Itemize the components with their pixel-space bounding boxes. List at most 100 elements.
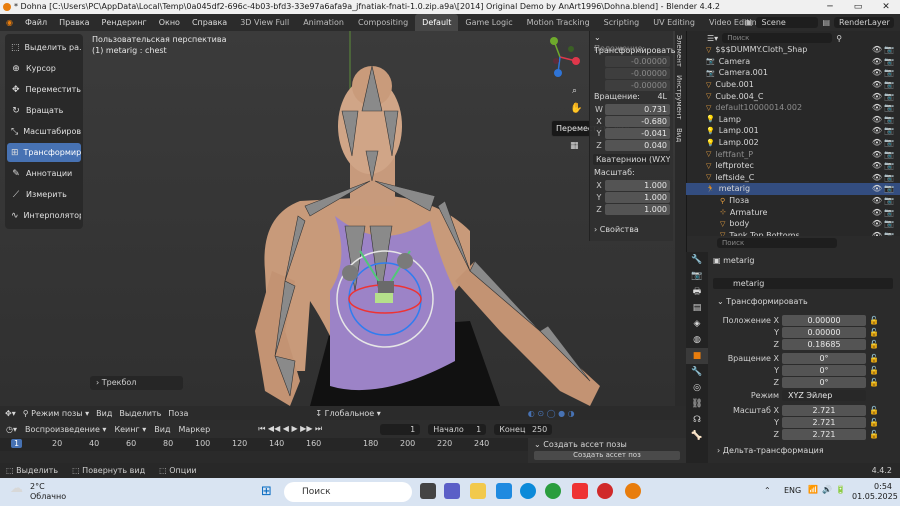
tool-cursor[interactable]: ⊕ Курсор xyxy=(7,59,81,78)
outliner-item[interactable]: ⊹ Armature 👁 📷 xyxy=(686,206,900,218)
tool-measure[interactable]: ⟋ Измерить xyxy=(7,185,81,204)
playhead[interactable]: 1 xyxy=(11,439,23,448)
scale-z-prop[interactable]: Z 2.721 🔓 xyxy=(712,429,892,440)
visibility-eye-icon[interactable]: 👁 xyxy=(872,57,882,66)
zoom-icon[interactable]: ⌕ xyxy=(572,86,577,96)
tab-scripting[interactable]: Scripting xyxy=(597,14,647,31)
gizmo-y-axis[interactable] xyxy=(550,37,558,45)
weather-widget[interactable]: 2°C Облачно xyxy=(30,482,66,502)
outliner-item[interactable]: ▽ Cube.004_C 👁 📷 xyxy=(686,90,900,102)
physics-tab-icon[interactable]: ◎ xyxy=(686,380,708,396)
tool-rotate[interactable]: ↻ Вращать xyxy=(7,101,81,120)
outliner-item[interactable]: 💡 Lamp.001 👁 📷 xyxy=(686,125,900,137)
outliner-item[interactable]: 💡 Lamp.002 👁 📷 xyxy=(686,137,900,149)
render-camera-icon[interactable]: 📷 xyxy=(884,45,894,54)
outliner-item[interactable]: ▽ Cube.001 👁 📷 xyxy=(686,79,900,91)
object-tab-icon[interactable]: ■ xyxy=(686,348,708,364)
browser-icon[interactable] xyxy=(545,483,561,499)
menu-marker[interactable]: Маркер xyxy=(178,425,210,434)
location-z-prop[interactable]: Z 0.18685 🔓 xyxy=(712,339,892,350)
render-camera-icon[interactable]: 📷 xyxy=(884,115,894,124)
tab-uv-editing[interactable]: UV Editing xyxy=(646,14,702,31)
menu-pose[interactable]: Поза xyxy=(168,409,188,418)
language-indicator[interactable]: ENG xyxy=(784,486,801,495)
outliner-item[interactable]: ▽ body 👁 📷 xyxy=(686,218,900,230)
menu-edit[interactable]: Правка xyxy=(53,18,95,27)
tab-game-logic[interactable]: Game Logic xyxy=(458,14,519,31)
visibility-eye-icon[interactable]: 👁 xyxy=(872,208,882,217)
outliner-funnel-icon[interactable]: ⚲ xyxy=(836,34,842,43)
blender-menu-icon[interactable]: ◉ xyxy=(0,18,19,27)
lock-icon[interactable]: 🔓 xyxy=(869,406,879,415)
menu-file[interactable]: Файл xyxy=(19,18,53,27)
render-camera-icon[interactable]: 📷 xyxy=(884,57,894,66)
menu-window[interactable]: Окно xyxy=(153,18,186,27)
visibility-eye-icon[interactable]: 👁 xyxy=(872,80,882,89)
maximize-button[interactable]: ▭ xyxy=(844,0,872,14)
create-pose-asset-header[interactable]: ⌄ Создать ассет позы xyxy=(528,438,686,451)
visibility-eye-icon[interactable]: 👁 xyxy=(872,161,882,170)
gizmo-x-axis[interactable] xyxy=(572,57,580,65)
visibility-eye-icon[interactable]: 👁 xyxy=(872,115,882,124)
render-camera-icon[interactable]: 📷 xyxy=(884,92,894,101)
outliner-item[interactable]: 📷 Camera.001 👁 📷 xyxy=(686,67,900,79)
lock-icon[interactable]: 🔓 xyxy=(869,328,879,337)
outliner-item[interactable]: ▽ $$$DUMMY.Cloth_Shap 👁 📷 xyxy=(686,44,900,56)
rotation-y-prop[interactable]: Y 0° 🔓 xyxy=(712,365,892,376)
end-frame-field[interactable]: Конец 250 xyxy=(494,423,553,435)
output-tab-icon[interactable]: 🖶 xyxy=(686,284,708,300)
teams-icon[interactable] xyxy=(444,483,460,499)
shading-icons[interactable]: ◐ ⊙ ◯ ● ◑ xyxy=(528,409,575,418)
lock-icon[interactable]: 🔓 xyxy=(869,430,879,439)
menu-help[interactable]: Справка xyxy=(186,18,233,27)
object-name-field[interactable]: metarig xyxy=(713,278,893,289)
menu-timeline-view[interactable]: Вид xyxy=(154,425,170,434)
file-explorer-icon[interactable] xyxy=(470,483,486,499)
lock-icon[interactable]: 🔓 xyxy=(869,378,879,387)
editor-type-icon[interactable]: ✥▾ xyxy=(5,409,16,418)
visibility-eye-icon[interactable]: 👁 xyxy=(872,92,882,101)
world-tab-icon[interactable]: ◍ xyxy=(686,332,708,348)
tab-view[interactable]: Вид xyxy=(675,124,683,146)
navigation-gizmo[interactable]: ⌕ ✋ ▦ xyxy=(540,35,582,155)
scene-name-field[interactable]: Scene xyxy=(756,17,819,28)
scale-y-row[interactable]: Y 1.000 xyxy=(593,192,670,203)
3d-viewport[interactable] xyxy=(0,31,686,406)
lock-icon[interactable]: 🔓 xyxy=(869,418,879,427)
blender-taskbar-icon[interactable] xyxy=(625,483,641,499)
visibility-eye-icon[interactable]: 👁 xyxy=(872,173,882,182)
outliner-search[interactable]: Поиск xyxy=(722,33,833,43)
visibility-eye-icon[interactable]: 👁 xyxy=(872,45,882,54)
outliner-filter-icon[interactable]: ☰▾ xyxy=(707,34,718,43)
outliner-item[interactable]: 🏃 metarig 👁 📷 xyxy=(686,183,900,195)
menu-keying[interactable]: Кеинг ▾ xyxy=(114,425,146,434)
menu-select[interactable]: Выделить xyxy=(119,409,161,418)
tab-motion-tracking[interactable]: Motion Tracking xyxy=(520,14,597,31)
tool-move[interactable]: ✥ Переместить xyxy=(7,80,81,99)
rotation-x-prop[interactable]: Вращение X 0° 🔓 xyxy=(712,353,892,364)
visibility-eye-icon[interactable]: 👁 xyxy=(872,219,882,228)
scale-y-prop[interactable]: Y 2.721 🔓 xyxy=(712,417,892,428)
menu-render[interactable]: Рендеринг xyxy=(96,18,153,27)
clock[interactable]: 0:54 01.05.2025 xyxy=(852,482,898,502)
menu-playback[interactable]: Воспроизведение ▾ xyxy=(25,425,106,434)
data-tab-icon[interactable]: ☊ xyxy=(686,412,708,428)
render-camera-icon[interactable]: 📷 xyxy=(884,126,894,135)
rotation-z-prop[interactable]: Z 0° 🔓 xyxy=(712,377,892,388)
yandex-icon[interactable] xyxy=(572,483,588,499)
lock-icon[interactable]: 🔓 xyxy=(869,316,879,325)
modifier-tab-icon[interactable]: 🔧 xyxy=(686,364,708,380)
delta-transform-header[interactable]: › Дельта-трансформация xyxy=(717,446,824,455)
rotation-x-row[interactable]: X -0.680 xyxy=(593,116,670,127)
rotation-y-row[interactable]: Y -0.041 xyxy=(593,128,670,139)
render-camera-icon[interactable]: 📷 xyxy=(884,80,894,89)
tray-icons[interactable]: 📶🔊🔋 xyxy=(808,485,850,494)
render-camera-icon[interactable]: 📷 xyxy=(884,184,894,193)
visibility-eye-icon[interactable]: 👁 xyxy=(872,126,882,135)
constraint-tab-icon[interactable]: ⛓ xyxy=(686,396,708,412)
properties-panel-toggle[interactable]: › Свойства xyxy=(590,225,673,234)
close-button[interactable]: ✕ xyxy=(872,0,900,14)
visibility-eye-icon[interactable]: 👁 xyxy=(872,68,882,77)
visibility-eye-icon[interactable]: 👁 xyxy=(872,184,882,193)
tab-item[interactable]: Элемент xyxy=(675,31,683,71)
